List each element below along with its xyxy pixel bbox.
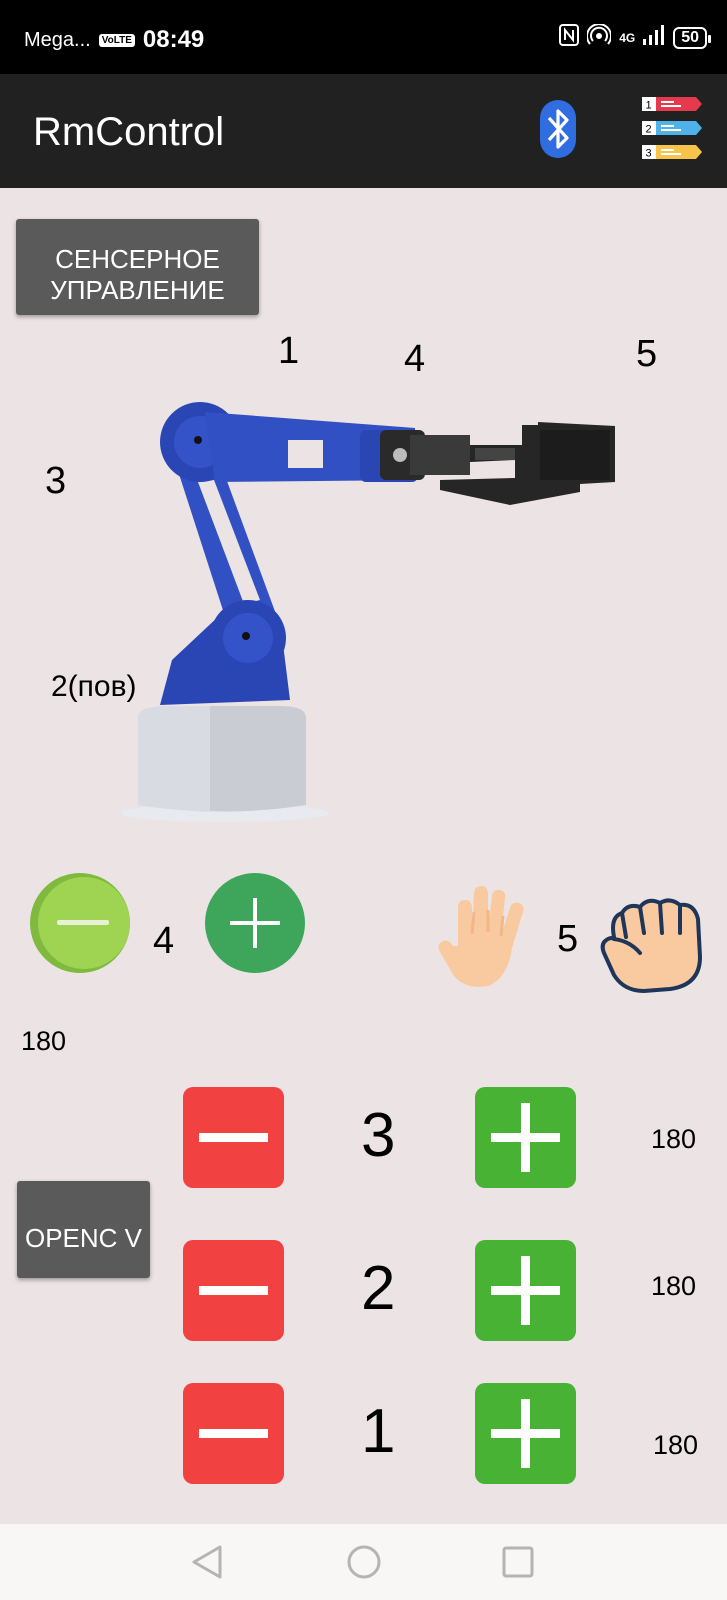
joint-2-label: 2 bbox=[361, 1254, 396, 1323]
volte-badge: VoLTE bbox=[98, 33, 135, 47]
plus-circle-icon bbox=[205, 873, 305, 973]
status-bar: Mega... VoLTE 08:49 4G 50 bbox=[0, 0, 727, 74]
app-title: RmControl bbox=[33, 110, 225, 154]
minus-icon bbox=[199, 1133, 268, 1142]
touch-control-button[interactable]: СЕНСЕРНОЕ УПРАВЛЕНИЕ bbox=[16, 219, 259, 315]
app-bar: RmControl 1 2 3 bbox=[0, 74, 727, 188]
joint-4-plus-button[interactable] bbox=[204, 872, 306, 979]
joint-4-control-label: 4 bbox=[153, 920, 175, 962]
numbered-list-icon[interactable]: 1 2 3 bbox=[642, 97, 702, 164]
joint-4-label: 4 bbox=[404, 338, 426, 380]
plus-icon bbox=[491, 1103, 560, 1172]
joint-3-label: 3 bbox=[45, 460, 67, 502]
minus-circle-icon bbox=[30, 873, 130, 973]
list-number-3: 3 bbox=[646, 148, 652, 160]
joint-4-minus-button[interactable] bbox=[29, 872, 131, 979]
list-number-2: 2 bbox=[646, 124, 652, 136]
joint-1-minus-button[interactable] bbox=[183, 1383, 284, 1484]
gripper-control-label: 5 bbox=[557, 918, 579, 960]
list-number-1: 1 bbox=[646, 100, 652, 112]
joint-1-label: 1 bbox=[278, 330, 300, 372]
minus-icon bbox=[199, 1286, 268, 1295]
side-value-readout: 180 bbox=[21, 1026, 67, 1056]
opencv-button[interactable]: OPENC V bbox=[17, 1181, 150, 1278]
plus-icon bbox=[491, 1256, 560, 1325]
nfc-icon bbox=[559, 24, 580, 51]
bluetooth-icon[interactable] bbox=[540, 100, 576, 163]
joint-2-minus-button[interactable] bbox=[183, 1240, 284, 1341]
home-icon[interactable] bbox=[346, 1544, 382, 1585]
joint-3-value: 180 bbox=[651, 1124, 697, 1154]
network-type: 4G bbox=[619, 30, 636, 45]
joint-2-plus-button[interactable] bbox=[475, 1240, 576, 1341]
navigation-bar bbox=[0, 1524, 727, 1600]
minus-icon bbox=[199, 1429, 268, 1438]
joint-3-plus-button[interactable] bbox=[475, 1087, 576, 1188]
status-left: Mega... VoLTE 08:49 bbox=[24, 26, 204, 54]
joint-5-label: 5 bbox=[636, 333, 658, 375]
open-hand-icon bbox=[438, 886, 524, 987]
status-time: 08:49 bbox=[142, 26, 205, 53]
joint-2-value: 180 bbox=[651, 1271, 697, 1301]
status-right: 4G 50 bbox=[559, 23, 711, 51]
joint-1-label: 1 bbox=[361, 1397, 396, 1466]
joint-3-label: 3 bbox=[361, 1101, 396, 1170]
carrier-name: Mega... bbox=[24, 28, 91, 51]
hotspot-icon bbox=[586, 23, 613, 51]
plus-icon bbox=[491, 1399, 560, 1468]
gripper-open-button[interactable] bbox=[438, 886, 534, 995]
battery-indicator: 50 bbox=[673, 26, 711, 49]
gripper-close-button[interactable] bbox=[600, 897, 706, 998]
joint-1-plus-button[interactable] bbox=[475, 1383, 576, 1484]
back-icon[interactable] bbox=[190, 1544, 224, 1585]
signal-icon bbox=[643, 25, 665, 50]
recents-icon[interactable] bbox=[502, 1546, 534, 1583]
robot-arm-image bbox=[110, 400, 640, 845]
joint-1-value: 180 bbox=[653, 1430, 699, 1460]
fist-icon bbox=[600, 898, 702, 993]
joint-3-minus-button[interactable] bbox=[183, 1087, 284, 1188]
